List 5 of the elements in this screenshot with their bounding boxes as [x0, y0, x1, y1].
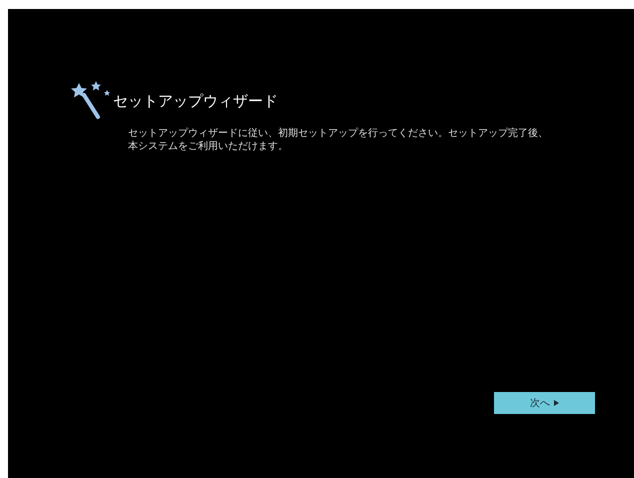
- wizard-title: セットアップウィザード: [113, 90, 278, 112]
- play-icon: [554, 400, 559, 406]
- wizard-description: セットアップウィザードに従い、初期セットアップを行ってください。セットアップ完了後、本システムをご利用いただけます。: [128, 127, 548, 153]
- next-button[interactable]: 次へ: [494, 392, 595, 414]
- magic-wand-icon: [70, 81, 112, 121]
